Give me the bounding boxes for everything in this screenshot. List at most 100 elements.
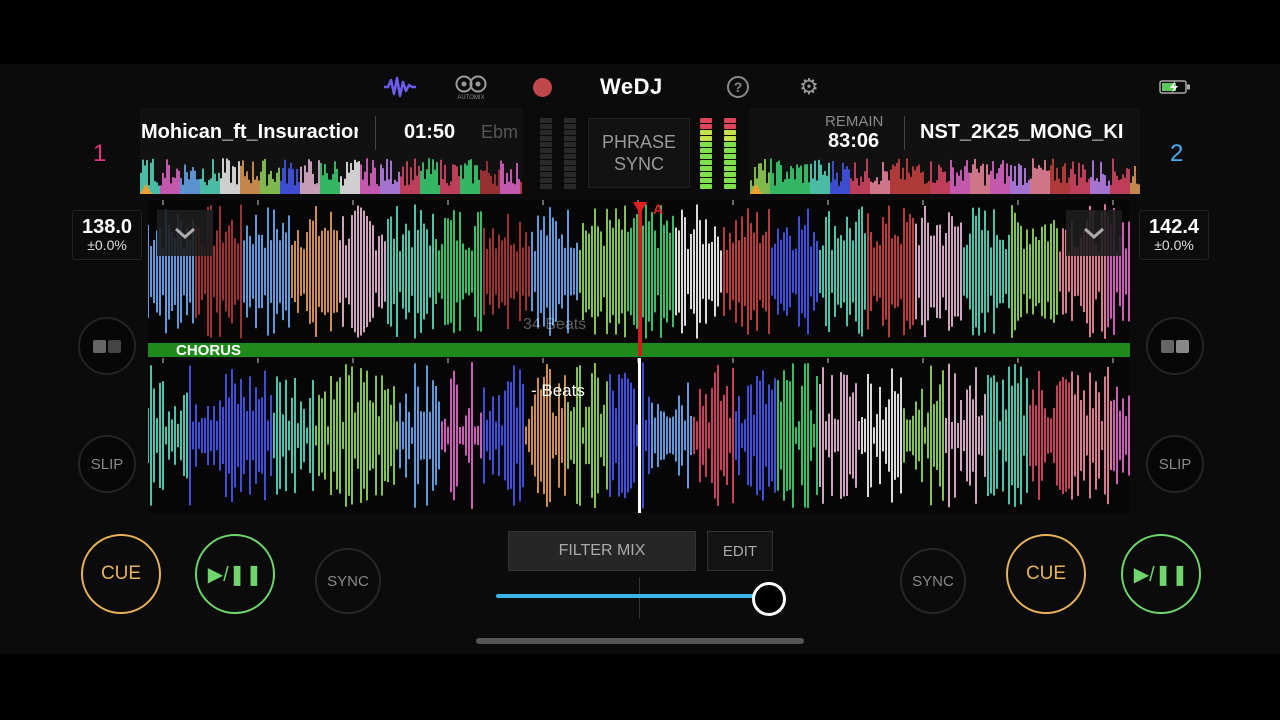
deck1-slip-button[interactable]: SLIP <box>78 435 136 493</box>
overview-bar <box>238 161 240 194</box>
overview-bar <box>892 164 894 194</box>
deck1-separator <box>375 116 376 150</box>
deck2-beats-label: - Beats <box>531 381 585 400</box>
overview-bar <box>894 166 896 194</box>
waveform-icon[interactable] <box>382 74 418 100</box>
overview-bar <box>382 168 384 194</box>
overview-bar <box>372 160 374 194</box>
overview-bar <box>380 164 382 194</box>
overview-bar <box>398 171 400 194</box>
overview-bar <box>1104 175 1106 194</box>
overview-bar <box>816 180 818 194</box>
overview-bar <box>980 165 982 194</box>
overview-bar <box>1076 185 1078 194</box>
deck1-sync-button[interactable]: SYNC <box>315 548 381 614</box>
overview-bar <box>1074 174 1076 194</box>
overview-bar <box>986 164 988 194</box>
meter-segment <box>724 142 736 147</box>
overview-bar <box>1072 161 1074 194</box>
overview-bar <box>944 171 946 194</box>
overview-bar <box>470 159 472 194</box>
overview-bar <box>1022 184 1024 194</box>
deck1-play-pause-button[interactable]: ▶/❚❚ <box>195 534 275 614</box>
overview-bar <box>1080 177 1082 194</box>
meter-segment <box>724 160 736 165</box>
overview-bar <box>162 172 164 194</box>
overview-bar <box>1058 178 1060 194</box>
deck2-sync-button[interactable]: SYNC <box>900 548 966 614</box>
deck2-level-meter-left <box>700 118 712 190</box>
deck2-collapse-chevron-down-icon[interactable] <box>1066 210 1122 256</box>
deck1-number: 1 <box>93 140 107 167</box>
crossfader-track[interactable] <box>496 594 768 598</box>
overview-bar <box>938 164 940 194</box>
deck2-play-pause-button[interactable]: ▶/❚❚ <box>1121 534 1201 614</box>
overview-bar <box>360 164 362 194</box>
deck1-bpm-display[interactable]: 138.0 ±0.0% <box>72 210 142 260</box>
meter-segment <box>700 172 712 177</box>
meter-segment <box>700 178 712 183</box>
overview-bar <box>416 175 418 194</box>
overview-bar <box>410 167 412 194</box>
overview-bar <box>288 168 290 194</box>
help-icon[interactable]: ? <box>726 75 750 99</box>
overview-bar <box>462 178 464 194</box>
overview-bar <box>972 164 974 194</box>
deck1-pitch: ±0.0% <box>87 237 127 253</box>
overview-bar <box>430 174 432 194</box>
phrase-sync-button[interactable]: PHRASE SYNC <box>588 118 690 188</box>
crossfader-knob[interactable] <box>752 582 786 616</box>
overview-bar <box>314 184 316 194</box>
deck2-overview-waveform[interactable] <box>750 154 1140 194</box>
overview-bar <box>390 160 392 194</box>
gear-icon[interactable]: ⚙ <box>797 74 821 99</box>
filter-mix-button[interactable]: FILTER MIX <box>508 531 696 571</box>
deck2-bpm-display[interactable]: 142.4 ±0.0% <box>1139 210 1209 260</box>
deck2-pitch: ±0.0% <box>1154 237 1194 253</box>
edit-button[interactable]: EDIT <box>707 531 773 571</box>
overview-bar <box>948 180 950 194</box>
overview-bar <box>508 181 510 194</box>
overview-bar <box>154 181 156 194</box>
overview-bar <box>1004 183 1006 194</box>
automix-icon[interactable]: AUTOMIX <box>450 70 492 104</box>
overview-bar <box>864 171 866 194</box>
overview-bar <box>890 169 892 194</box>
overview-bar <box>386 159 388 194</box>
overview-bar <box>870 181 872 194</box>
deck1-cue-button[interactable]: CUE <box>81 534 161 614</box>
overview-bar <box>1040 167 1042 194</box>
deck1-overview-waveform[interactable] <box>140 154 522 194</box>
overview-bar <box>302 182 304 194</box>
deck2-pad-toggle-button[interactable] <box>1146 317 1204 375</box>
overview-bar <box>798 167 800 194</box>
overview-bar <box>766 183 768 194</box>
overview-bar <box>196 179 198 194</box>
overview-bar <box>866 158 868 194</box>
overview-bar <box>908 172 910 194</box>
overview-bar <box>856 178 858 194</box>
overview-bar <box>852 180 854 194</box>
deck1-elapsed-time: 01:50 <box>404 121 456 143</box>
overview-bar <box>434 169 436 194</box>
deck2-separator <box>904 116 905 150</box>
meter-segment <box>540 184 552 189</box>
deck1-pad-toggle-button[interactable] <box>78 317 136 375</box>
deck1-collapse-chevron-down-icon[interactable] <box>157 210 213 256</box>
overview-bar <box>244 176 246 194</box>
overview-bar <box>484 170 486 194</box>
overview-bar <box>858 185 860 194</box>
overview-bar <box>806 164 808 194</box>
meter-segment <box>700 148 712 153</box>
deck2-cue-button[interactable]: CUE <box>1006 534 1086 614</box>
overview-bar <box>996 173 998 194</box>
overview-bar <box>916 166 918 194</box>
overview-bar <box>942 172 944 194</box>
deck2-slip-button[interactable]: SLIP <box>1146 435 1204 493</box>
record-icon[interactable] <box>531 76 553 98</box>
overview-bar <box>492 183 494 194</box>
overview-bar <box>862 181 864 194</box>
overview-bar <box>914 170 916 194</box>
overview-bar <box>458 176 460 194</box>
overview-bar <box>480 169 482 194</box>
